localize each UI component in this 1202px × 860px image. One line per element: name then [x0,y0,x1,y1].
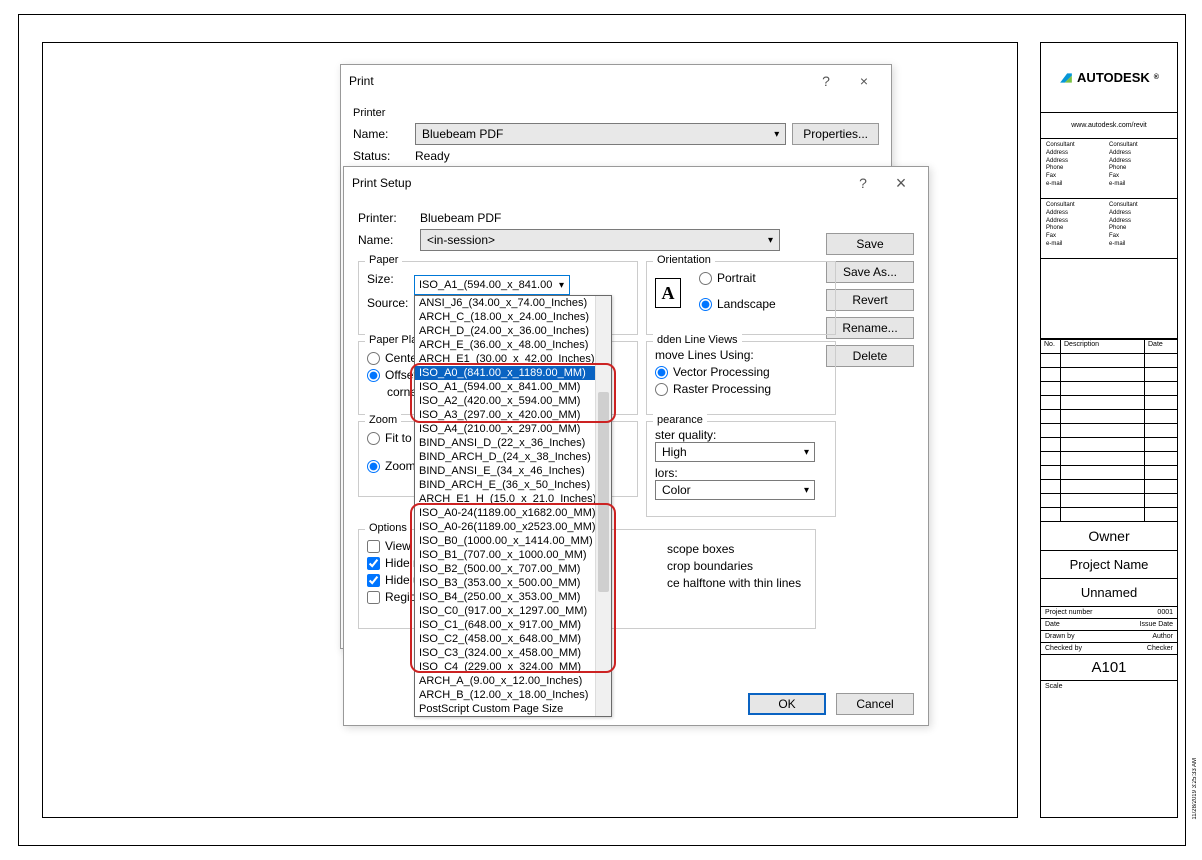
vector-radio[interactable]: Vector Processing [655,365,827,379]
info-drawn-by: Drawn byAuthor [1041,631,1177,643]
size-option[interactable]: BIND_ANSI_E_(34_x_46_Inches) [415,464,611,478]
scroll-thumb[interactable] [598,392,609,592]
raster-radio[interactable]: Raster Processing [655,382,827,396]
size-option[interactable]: ARCH_E1_(30.00_x_42.00_Inches) [415,352,611,366]
size-option[interactable]: ISO_B0_(1000.00_x_1414.00_MM) [415,534,611,548]
size-option[interactable]: ISO_A3_(297.00_x_420.00_MM) [415,408,611,422]
cancel-button[interactable]: Cancel [836,693,914,715]
size-option[interactable]: ARCH_E1_H_(15.0_x_21.0_Inches) [415,492,611,506]
size-option[interactable]: ARCH_B_(12.00_x_18.00_Inches) [415,688,611,702]
titleblock: AUTODESK® www.autodesk.com/revit Consult… [1040,42,1178,818]
help-icon[interactable]: ? [844,167,882,199]
size-option[interactable]: ARCH_C_(18.00_x_24.00_Inches) [415,310,611,324]
hidden-line-fieldset: dden Line Views move Lines Using: Vector… [646,341,836,415]
paper-size-dropdown[interactable]: ANSI_J6_(34.00_x_74.00_Inches)ARCH_C_(18… [414,295,612,717]
project-name: Project Name [1041,551,1177,579]
plot-timestamp: 11/28/2019 3:25:33 AM [1192,758,1198,820]
remove-lines-label: move Lines Using: [655,348,827,362]
status-value: Ready [415,149,450,163]
info-checked-by: Checked byChecker [1041,643,1177,655]
status-label: Status: [353,149,409,163]
size-option[interactable]: ISO_C2_(458.00_x_648.00_MM) [415,632,611,646]
rename-button[interactable]: Rename... [826,317,914,339]
close-icon[interactable]: × [882,167,920,199]
save-as-button[interactable]: Save As... [826,261,914,283]
delete-button[interactable]: Delete [826,345,914,367]
info-date: DateIssue Date [1041,619,1177,631]
printer-group-label: Printer [353,107,879,119]
size-option[interactable]: PostScript Custom Page Size [415,702,611,716]
autodesk-logo: AUTODESK® [1041,43,1177,113]
size-option[interactable]: ISO_B1_(707.00_x_1000.00_MM) [415,548,611,562]
print-title: Print [349,74,807,88]
help-icon[interactable]: ? [807,65,845,97]
crop-boundaries-text: crop boundaries [667,559,801,573]
portrait-radio[interactable]: Portrait [699,271,827,285]
size-option[interactable]: ARCH_E_(36.00_x_48.00_Inches) [415,338,611,352]
setup-titlebar: Print Setup ? × [344,167,928,199]
setup-name-label: Name: [358,233,414,247]
rev-col-date: Date [1145,340,1177,354]
raster-quality-select[interactable]: High [655,442,815,462]
revision-schedule: No. Description Date [1041,339,1177,522]
sheet-name: Unnamed [1041,579,1177,607]
sheet-number: A101 [1041,655,1177,681]
orientation-fieldset: Orientation A Portrait Landscape [646,261,836,335]
scope-boxes-text: scope boxes [667,542,801,556]
print-setup-dialog: Print Setup ? × Printer: Bluebeam PDF Na… [343,166,929,726]
size-option[interactable]: ARCH_A_(9.00_x_12.00_Inches) [415,674,611,688]
landscape-radio[interactable]: Landscape [699,297,827,311]
size-option[interactable]: ISO_A0-24(1189.00_x1682.00_MM) [415,506,611,520]
size-option[interactable]: ISO_C3_(324.00_x_458.00_MM) [415,646,611,660]
blank-block [1041,259,1177,339]
save-button[interactable]: Save [826,233,914,255]
orientation-icon: A [655,278,681,308]
paper-size-select[interactable]: ISO_A1_(594.00_x_841.00 [414,275,570,295]
close-icon[interactable]: × [845,65,883,97]
printer-select[interactable]: Bluebeam PDF [415,123,786,145]
print-titlebar: Print ? × [341,65,891,97]
size-option[interactable]: ISO_B4_(250.00_x_353.00_MM) [415,590,611,604]
colors-label: lors: [655,466,827,480]
size-option[interactable]: ISO_C1_(648.00_x_917.00_MM) [415,618,611,632]
ok-button[interactable]: OK [748,693,826,715]
size-option[interactable]: BIND_ARCH_D_(24_x_38_Inches) [415,450,611,464]
size-option[interactable]: ISO_B3_(353.00_x_500.00_MM) [415,576,611,590]
properties-button[interactable]: Properties... [792,123,879,145]
scale-label: Scale [1041,681,1177,692]
revert-button[interactable]: Revert [826,289,914,311]
size-option[interactable]: ISO_A2_(420.00_x_594.00_MM) [415,394,611,408]
setup-name-select[interactable]: <in-session> [420,229,780,251]
size-option[interactable]: ISO_A0-26(1189.00_x2523.00_MM) [415,520,611,534]
size-option[interactable]: BIND_ANSI_D_(22_x_36_Inches) [415,436,611,450]
size-option[interactable]: ISO_A4_(210.00_x_297.00_MM) [415,422,611,436]
consultant-block-1: ConsultantAddressAddressPhoneFaxe-mailCo… [1041,139,1177,199]
rev-col-desc: Description [1061,340,1145,354]
logo-text: AUTODESK [1077,70,1150,85]
owner-name: Owner [1041,522,1177,551]
halftone-text: ce halftone with thin lines [667,576,801,590]
setup-printer-value: Bluebeam PDF [420,211,501,225]
rev-col-no: No. [1041,340,1061,354]
info-project-number: Project number0001 [1041,607,1177,619]
project-info: Owner Project Name Unnamed [1041,522,1177,607]
dropdown-scrollbar[interactable] [595,296,611,716]
colors-select[interactable]: Color [655,480,815,500]
consultant-block-2: ConsultantAddressAddressPhoneFaxe-mailCo… [1041,199,1177,259]
size-option[interactable]: ISO_C0_(917.00_x_1297.00_MM) [415,604,611,618]
size-option[interactable]: ANSI_J6_(34.00_x_74.00_Inches) [415,296,611,310]
appearance-fieldset: pearance ster quality: High lors: Color [646,421,836,517]
printer-name-label: Name: [353,127,409,141]
size-option[interactable]: BIND_ARCH_E_(36_x_50_Inches) [415,478,611,492]
raster-quality-label: ster quality: [655,428,827,442]
size-option[interactable]: ISO_A0_(841.00_x_1189.00_MM) [415,366,611,380]
setup-title: Print Setup [352,176,844,190]
size-option[interactable]: ISO_C4_(229.00_x_324.00_MM) [415,660,611,674]
size-option[interactable]: ISO_B2_(500.00_x_707.00_MM) [415,562,611,576]
size-option[interactable]: ARCH_D_(24.00_x_36.00_Inches) [415,324,611,338]
setup-printer-label: Printer: [358,211,414,225]
size-option[interactable]: ISO_A1_(594.00_x_841.00_MM) [415,380,611,394]
autodesk-url: www.autodesk.com/revit [1041,113,1177,139]
